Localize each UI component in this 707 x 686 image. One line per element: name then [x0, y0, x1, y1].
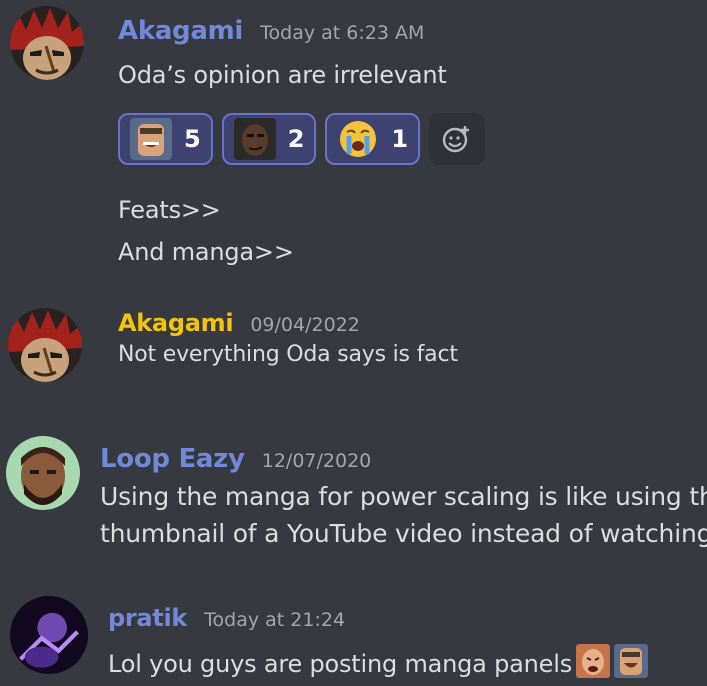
- smirking-man-emoji-icon: [233, 118, 276, 160]
- author-name[interactable]: Akagami: [118, 309, 234, 337]
- author-name[interactable]: Akagami: [118, 16, 243, 46]
- timestamp: 09/04/2022: [250, 314, 360, 336]
- message-text-content: Lol you guys are posting manga panels: [108, 650, 573, 678]
- reaction-count: 5: [184, 125, 201, 153]
- message-text: Lol you guys are posting manga panels: [108, 644, 649, 678]
- laughing-man-emoji-icon: [130, 118, 172, 160]
- avatar-loop-eazy[interactable]: [6, 436, 80, 510]
- message-text: Not everything Oda says is fact: [118, 342, 458, 367]
- followup-text: Feats>>: [118, 196, 221, 224]
- add-reaction-icon: [442, 126, 470, 153]
- avatar-akagami[interactable]: [8, 308, 82, 382]
- message-text-line: thumbnail of a YouTube video instead of …: [100, 519, 707, 548]
- reaction-laughing-man[interactable]: 5: [118, 113, 213, 165]
- author-name[interactable]: Loop Eazy: [100, 444, 245, 474]
- timestamp: Today at 6:23 AM: [260, 22, 425, 44]
- message-text: Oda’s opinion are irrelevant: [118, 61, 447, 89]
- followup-text: And manga>>: [118, 238, 294, 266]
- avatar-pratik[interactable]: [10, 596, 88, 674]
- add-reaction-button[interactable]: [429, 113, 486, 165]
- reaction-count: 1: [391, 125, 409, 153]
- avatar-akagami[interactable]: [10, 6, 84, 80]
- crying-face-emoji-icon: [337, 118, 379, 160]
- reaction-smirking-man[interactable]: 2: [221, 113, 317, 165]
- reactions-bar: 5 2 1: [118, 113, 486, 165]
- message-text-line: Using the manga for power scaling is lik…: [100, 482, 707, 511]
- author-name[interactable]: pratik: [108, 604, 187, 632]
- timestamp: 12/07/2020: [261, 450, 372, 472]
- reaction-crying-face[interactable]: 1: [325, 113, 421, 165]
- laughing-man-emoji-icon: [614, 644, 649, 678]
- reaction-count: 2: [287, 125, 305, 153]
- crying-man-emoji-icon: [576, 644, 611, 678]
- timestamp: Today at 21:24: [204, 609, 346, 631]
